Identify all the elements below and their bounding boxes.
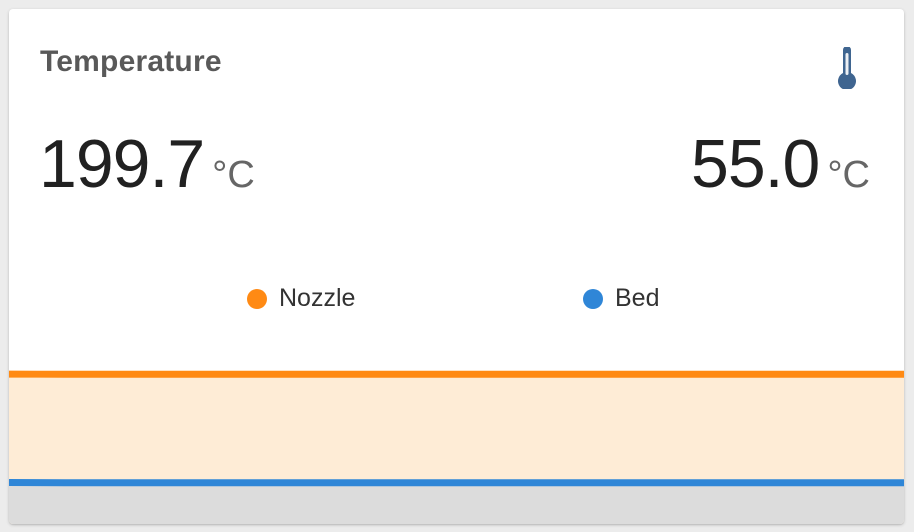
legend-label-nozzle: Nozzle bbox=[279, 284, 356, 312]
nozzle-temperature-unit: °C bbox=[212, 154, 255, 196]
temperature-card: Temperature 199.7 °C 55.0 °C Nozzle Bed bbox=[9, 9, 904, 524]
bed-temperature-value: 55.0 bbox=[691, 126, 820, 202]
temperature-history-chart bbox=[9, 370, 904, 524]
bed-reading: 55.0 °C bbox=[691, 125, 870, 203]
nozzle-reading: 199.7 °C bbox=[39, 125, 255, 203]
nozzle-legend-dot bbox=[247, 288, 267, 309]
thermometer-icon bbox=[838, 47, 856, 89]
legend-item-bed[interactable]: Bed bbox=[583, 284, 659, 313]
legend-label-bed: Bed bbox=[615, 284, 660, 312]
card-title: Temperature bbox=[40, 45, 222, 78]
nozzle-temperature-value: 199.7 bbox=[39, 126, 205, 202]
bed-temperature-unit: °C bbox=[827, 154, 870, 196]
legend-item-nozzle[interactable]: Nozzle bbox=[247, 284, 355, 313]
bed-legend-dot bbox=[583, 288, 603, 309]
bed-area-fill bbox=[9, 482, 904, 524]
chart-legend: Nozzle Bed bbox=[9, 284, 904, 314]
